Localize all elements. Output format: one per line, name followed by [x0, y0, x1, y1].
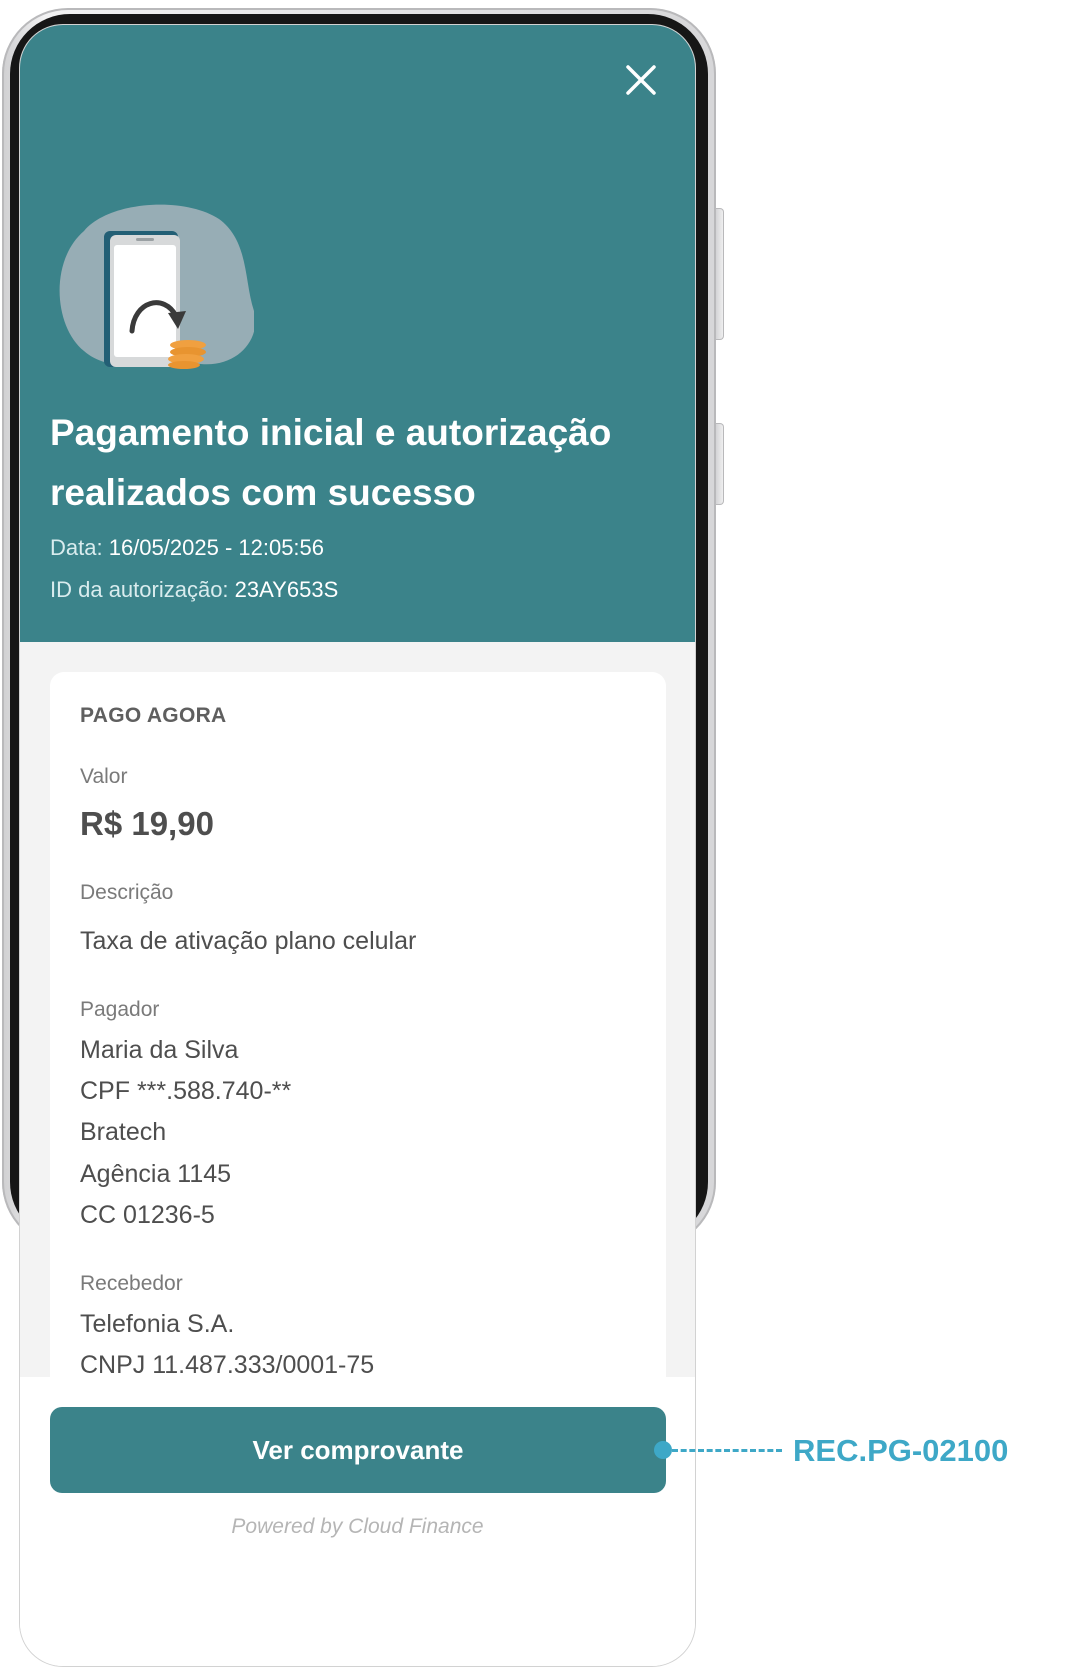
- payer-name: Maria da Silva: [80, 1036, 239, 1064]
- payer-cpf: CPF ***.588.740-**: [80, 1077, 292, 1105]
- phone-payment-illustration: [59, 204, 254, 369]
- payer-label: Pagador: [80, 998, 160, 1021]
- app-screen: Pagamento inicial e autorização realizad…: [19, 24, 696, 1667]
- close-button[interactable]: [622, 61, 660, 99]
- authorization-id: ID da autorização: 23AY653S: [50, 577, 338, 603]
- payer-account: CC 01236-5: [80, 1201, 215, 1229]
- annotation-label: REC.PG-02100: [793, 1433, 1009, 1468]
- powered-by-text: Powered by Cloud Finance: [231, 1515, 484, 1538]
- payment-details-card: PAGO AGORA Valor R$ 19,90 Descrição Taxa…: [50, 672, 666, 1392]
- payer-agency: Agência 1145: [80, 1160, 232, 1188]
- receiver-name: Telefonia S.A.: [80, 1310, 235, 1338]
- section-title-paid-now: PAGO AGORA: [80, 704, 227, 727]
- power-button: [716, 423, 724, 505]
- amount-value: R$ 19,90: [80, 805, 214, 842]
- date-label: Data:: [50, 535, 103, 560]
- footer: Ver comprovante Powered by Cloud Finance: [20, 1377, 695, 1666]
- page-title-line-2: realizados com sucesso: [50, 472, 476, 513]
- page-title: Pagamento inicial e autorização realizad…: [50, 403, 660, 523]
- amount-label: Valor: [80, 765, 128, 788]
- annotation-connector-line: [672, 1449, 782, 1452]
- description-label: Descrição: [80, 881, 174, 904]
- content-area[interactable]: PAGO AGORA Valor R$ 19,90 Descrição Taxa…: [20, 642, 695, 1392]
- view-receipt-button[interactable]: Ver comprovante: [50, 1407, 666, 1493]
- authorization-id-value: 23AY653S: [234, 577, 339, 602]
- receiver-label: Recebedor: [80, 1272, 183, 1295]
- close-icon: [626, 65, 656, 95]
- description-value: Taxa de ativação plano celular: [80, 927, 417, 955]
- page-title-line-1: Pagamento inicial e autorização: [50, 412, 612, 453]
- annotation-marker-dot: [654, 1441, 672, 1459]
- volume-button: [716, 208, 724, 340]
- authorization-id-label: ID da autorização:: [50, 577, 229, 602]
- transaction-date: Data: 16/05/2025 - 12:05:56: [50, 535, 324, 561]
- success-header: Pagamento inicial e autorização realizad…: [20, 25, 695, 642]
- receiver-cnpj: CNPJ 11.487.333/0001-75: [80, 1351, 375, 1379]
- date-value: 16/05/2025 - 12:05:56: [108, 535, 325, 560]
- payer-bank: Bratech: [80, 1118, 167, 1146]
